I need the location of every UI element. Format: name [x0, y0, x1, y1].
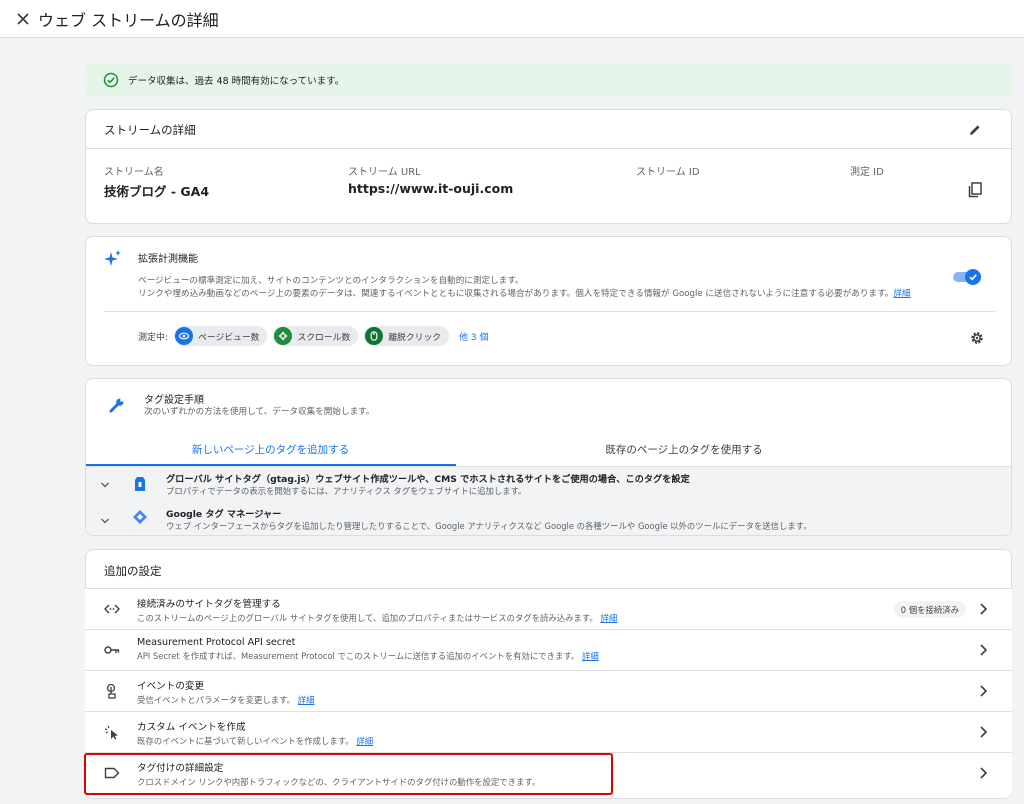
row-title: Measurement Protocol API secret — [137, 637, 296, 648]
tag-manager-icon — [133, 510, 147, 524]
row-text: Measurement Protocol API secret API Secr… — [137, 637, 599, 662]
learn-more-link[interactable]: 詳細 — [298, 695, 315, 705]
row-desc: API Secret を作成すれば、Measurement Protocol で… — [137, 650, 599, 662]
close-icon[interactable] — [12, 8, 34, 30]
option-gtag[interactable]: グローバル サイトタグ（gtag.js）ウェブサイト作成ツールや、CMS でホス… — [86, 467, 1011, 501]
row-desc-text: API Secret を作成すれば、Measurement Protocol で… — [137, 651, 580, 661]
stream-details-card: ストリームの詳細 ストリーム名 技術ブログ - GA4 ストリーム URL ht… — [85, 109, 1012, 224]
status-alert: データ収集は、過去 48 時間有効になっています。 — [85, 63, 1012, 97]
row-desc-text: このストリームのページ上のグローバル サイトタグを使用して、追加のプロパティまた… — [137, 613, 598, 623]
chevron-down-icon — [101, 518, 109, 524]
row-title: イベントの変更 — [137, 681, 205, 692]
option-gtag-desc: プロパティでデータの表示を開始するには、アナリティクス タグをウェブサイトに追加… — [166, 486, 527, 496]
mouse-icon — [365, 327, 384, 345]
enhanced-toggle[interactable] — [953, 268, 981, 285]
label-tag-icon — [103, 764, 121, 782]
code-arrows-icon — [103, 600, 121, 618]
wrench-icon — [108, 396, 126, 414]
chevron-down-icon — [101, 482, 109, 488]
stream-url-label: ストリーム URL — [348, 167, 421, 178]
toggle-thumb — [965, 269, 981, 285]
row-title: タグ付けの詳細設定 — [137, 763, 224, 774]
stream-details-title: ストリームの詳細 — [104, 123, 196, 137]
row-desc-text: 受信イベントとパラメータを変更します。 — [137, 695, 296, 705]
additional-settings-title: 追加の設定 — [104, 564, 162, 578]
divider — [104, 311, 996, 312]
enhanced-desc-1: ページビューの標準測定に加え、サイトのコンテンツとのインタラクションを自動的に測… — [138, 276, 524, 286]
option-gtm-desc: ウェブ インターフェースからタグを追加したり管理したりすることで、Google … — [166, 521, 812, 531]
row-measurement-protocol[interactable]: Measurement Protocol API secret API Secr… — [85, 629, 1012, 670]
check-circle-icon — [103, 72, 119, 88]
chevron-right-icon — [980, 685, 988, 697]
chip-label: ページビュー数 — [198, 332, 260, 343]
chip-label: 離脱クリック — [388, 332, 442, 343]
touch-icon — [103, 682, 121, 700]
learn-more-link[interactable]: 詳細 — [582, 651, 599, 661]
page-title: ウェブ ストリームの詳細 — [38, 10, 219, 30]
tagging-subtitle: 次のいずれかの方法を使用して、データ収集を開始します。 — [144, 407, 375, 417]
enhanced-measurement-card: 拡張計測機能 ページビューの標準測定に加え、サイトのコンテンツとのインタラクショ… — [85, 236, 1012, 366]
stream-name-label: ストリーム名 — [104, 167, 164, 178]
row-text: 接続済みのサイトタグを管理する このストリームのページ上のグローバル サイトタグ… — [137, 596, 617, 624]
row-title: 接続済みのサイトタグを管理する — [137, 599, 281, 610]
stream-name-value: 技術ブログ - GA4 — [104, 184, 210, 199]
connected-count-badge: 0 個を接続済み — [893, 601, 966, 618]
row-text: カスタム イベントを作成 既存のイベントに基づいて新しいイベントを作成します。 … — [137, 719, 373, 747]
row-connected-site-tags[interactable]: 接続済みのサイトタグを管理する このストリームのページ上のグローバル サイトタグ… — [85, 588, 1012, 629]
option-gtm-title: Google タグ マネージャー — [166, 509, 282, 520]
chevron-right-icon — [980, 767, 988, 779]
chip-label: スクロール数 — [297, 332, 351, 343]
tab-add-new-tag[interactable]: 新しいページ上のタグを追加する — [85, 432, 456, 466]
edit-icon[interactable] — [965, 120, 985, 140]
tagging-title: タグ設定手順 — [144, 395, 204, 406]
row-text: イベントの変更 受信イベントとパラメータを変更します。 詳細 — [137, 678, 314, 706]
row-modify-events[interactable]: イベントの変更 受信イベントとパラメータを変更します。 詳細 — [85, 670, 1012, 711]
measuring-row: 測定中: ページビュー数 スクロール数 離脱クリック 他 3 個 — [138, 326, 489, 346]
gear-icon[interactable] — [967, 328, 987, 348]
enhanced-learn-more-link[interactable]: 詳細 — [893, 289, 910, 299]
tag-options-panel: グローバル サイトタグ（gtag.js）ウェブサイト作成ツールや、CMS でホス… — [86, 467, 1011, 535]
row-text: タグ付けの詳細設定 クロスドメイン リンクや内部トラフィックなどの、クライアント… — [137, 760, 540, 788]
more-events-link[interactable]: 他 3 個 — [459, 330, 488, 343]
divider — [86, 148, 1011, 149]
copy-icon[interactable] — [965, 180, 985, 200]
gtag-icon — [135, 477, 145, 491]
row-desc: 既存のイベントに基づいて新しいイベントを作成します。 詳細 — [137, 735, 373, 747]
row-desc: クロスドメイン リンクや内部トラフィックなどの、クライアントサイドのタグ付けの動… — [137, 777, 541, 787]
top-bar: ウェブ ストリームの詳細 — [0, 0, 1024, 38]
stream-id-label: ストリーム ID — [636, 167, 700, 178]
row-desc: このストリームのページ上のグローバル サイトタグを使用して、追加のプロパティまた… — [137, 612, 617, 624]
eye-icon — [175, 327, 194, 345]
chip-outbound-clicks: 離脱クリック — [364, 326, 450, 346]
stream-url-value: https://www.it-ouji.com — [348, 181, 514, 196]
option-gtm[interactable]: Google タグ マネージャー ウェブ インターフェースからタグを追加したり管… — [86, 501, 1011, 535]
row-desc: 受信イベントとパラメータを変更します。 詳細 — [137, 694, 314, 706]
learn-more-link[interactable]: 詳細 — [600, 613, 617, 623]
measurement-id-label: 測定 ID — [850, 167, 884, 178]
learn-more-link[interactable]: 詳細 — [356, 736, 373, 746]
enhanced-title: 拡張計測機能 — [138, 254, 198, 265]
chevron-right-icon — [980, 726, 988, 738]
chevron-right-icon — [980, 644, 988, 656]
chip-page-views: ページビュー数 — [174, 326, 268, 346]
scroll-icon — [274, 327, 293, 345]
row-create-custom-event[interactable]: カスタム イベントを作成 既存のイベントに基づいて新しいイベントを作成します。 … — [85, 711, 1012, 752]
key-icon — [103, 641, 121, 659]
chevron-right-icon — [980, 603, 988, 615]
row-advanced-tagging-settings[interactable]: タグ付けの詳細設定 クロスドメイン リンクや内部トラフィックなどの、クライアント… — [85, 752, 1012, 798]
measuring-label: 測定中: — [138, 332, 169, 343]
row-desc-text: 既存のイベントに基づいて新しいイベントを作成します。 — [137, 736, 354, 746]
row-title: カスタム イベントを作成 — [137, 722, 246, 733]
cursor-click-icon — [103, 723, 121, 741]
sparkle-icon — [103, 249, 123, 269]
tab-use-existing-tag[interactable]: 既存のページ上のタグを使用する — [456, 432, 912, 466]
chip-scrolls: スクロール数 — [273, 326, 359, 346]
option-gtag-title: グローバル サイトタグ（gtag.js）ウェブサイト作成ツールや、CMS でホス… — [166, 474, 690, 485]
alert-text: データ収集は、過去 48 時間有効になっています。 — [128, 76, 345, 87]
enhanced-desc-2-text: リンクや埋め込み動画などのページ上の要素のデータは、関連するイベントとともに収集… — [138, 289, 894, 299]
enhanced-desc-2: リンクや埋め込み動画などのページ上の要素のデータは、関連するイベントとともに収集… — [138, 288, 998, 301]
